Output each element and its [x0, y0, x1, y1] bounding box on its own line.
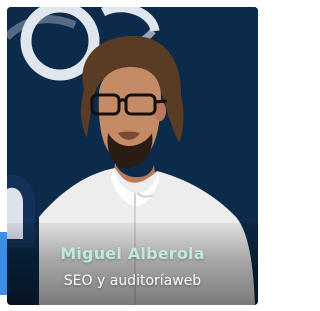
person-name: Miguel Alberola [60, 244, 205, 263]
caption-overlay [7, 223, 258, 305]
accent-strip [0, 232, 7, 295]
profile-card: Miguel Alberola SEO y auditoríaweb [7, 7, 258, 305]
person-role: SEO y auditoríaweb [63, 273, 202, 289]
page: Miguel Alberola SEO y auditoríaweb [0, 0, 264, 311]
